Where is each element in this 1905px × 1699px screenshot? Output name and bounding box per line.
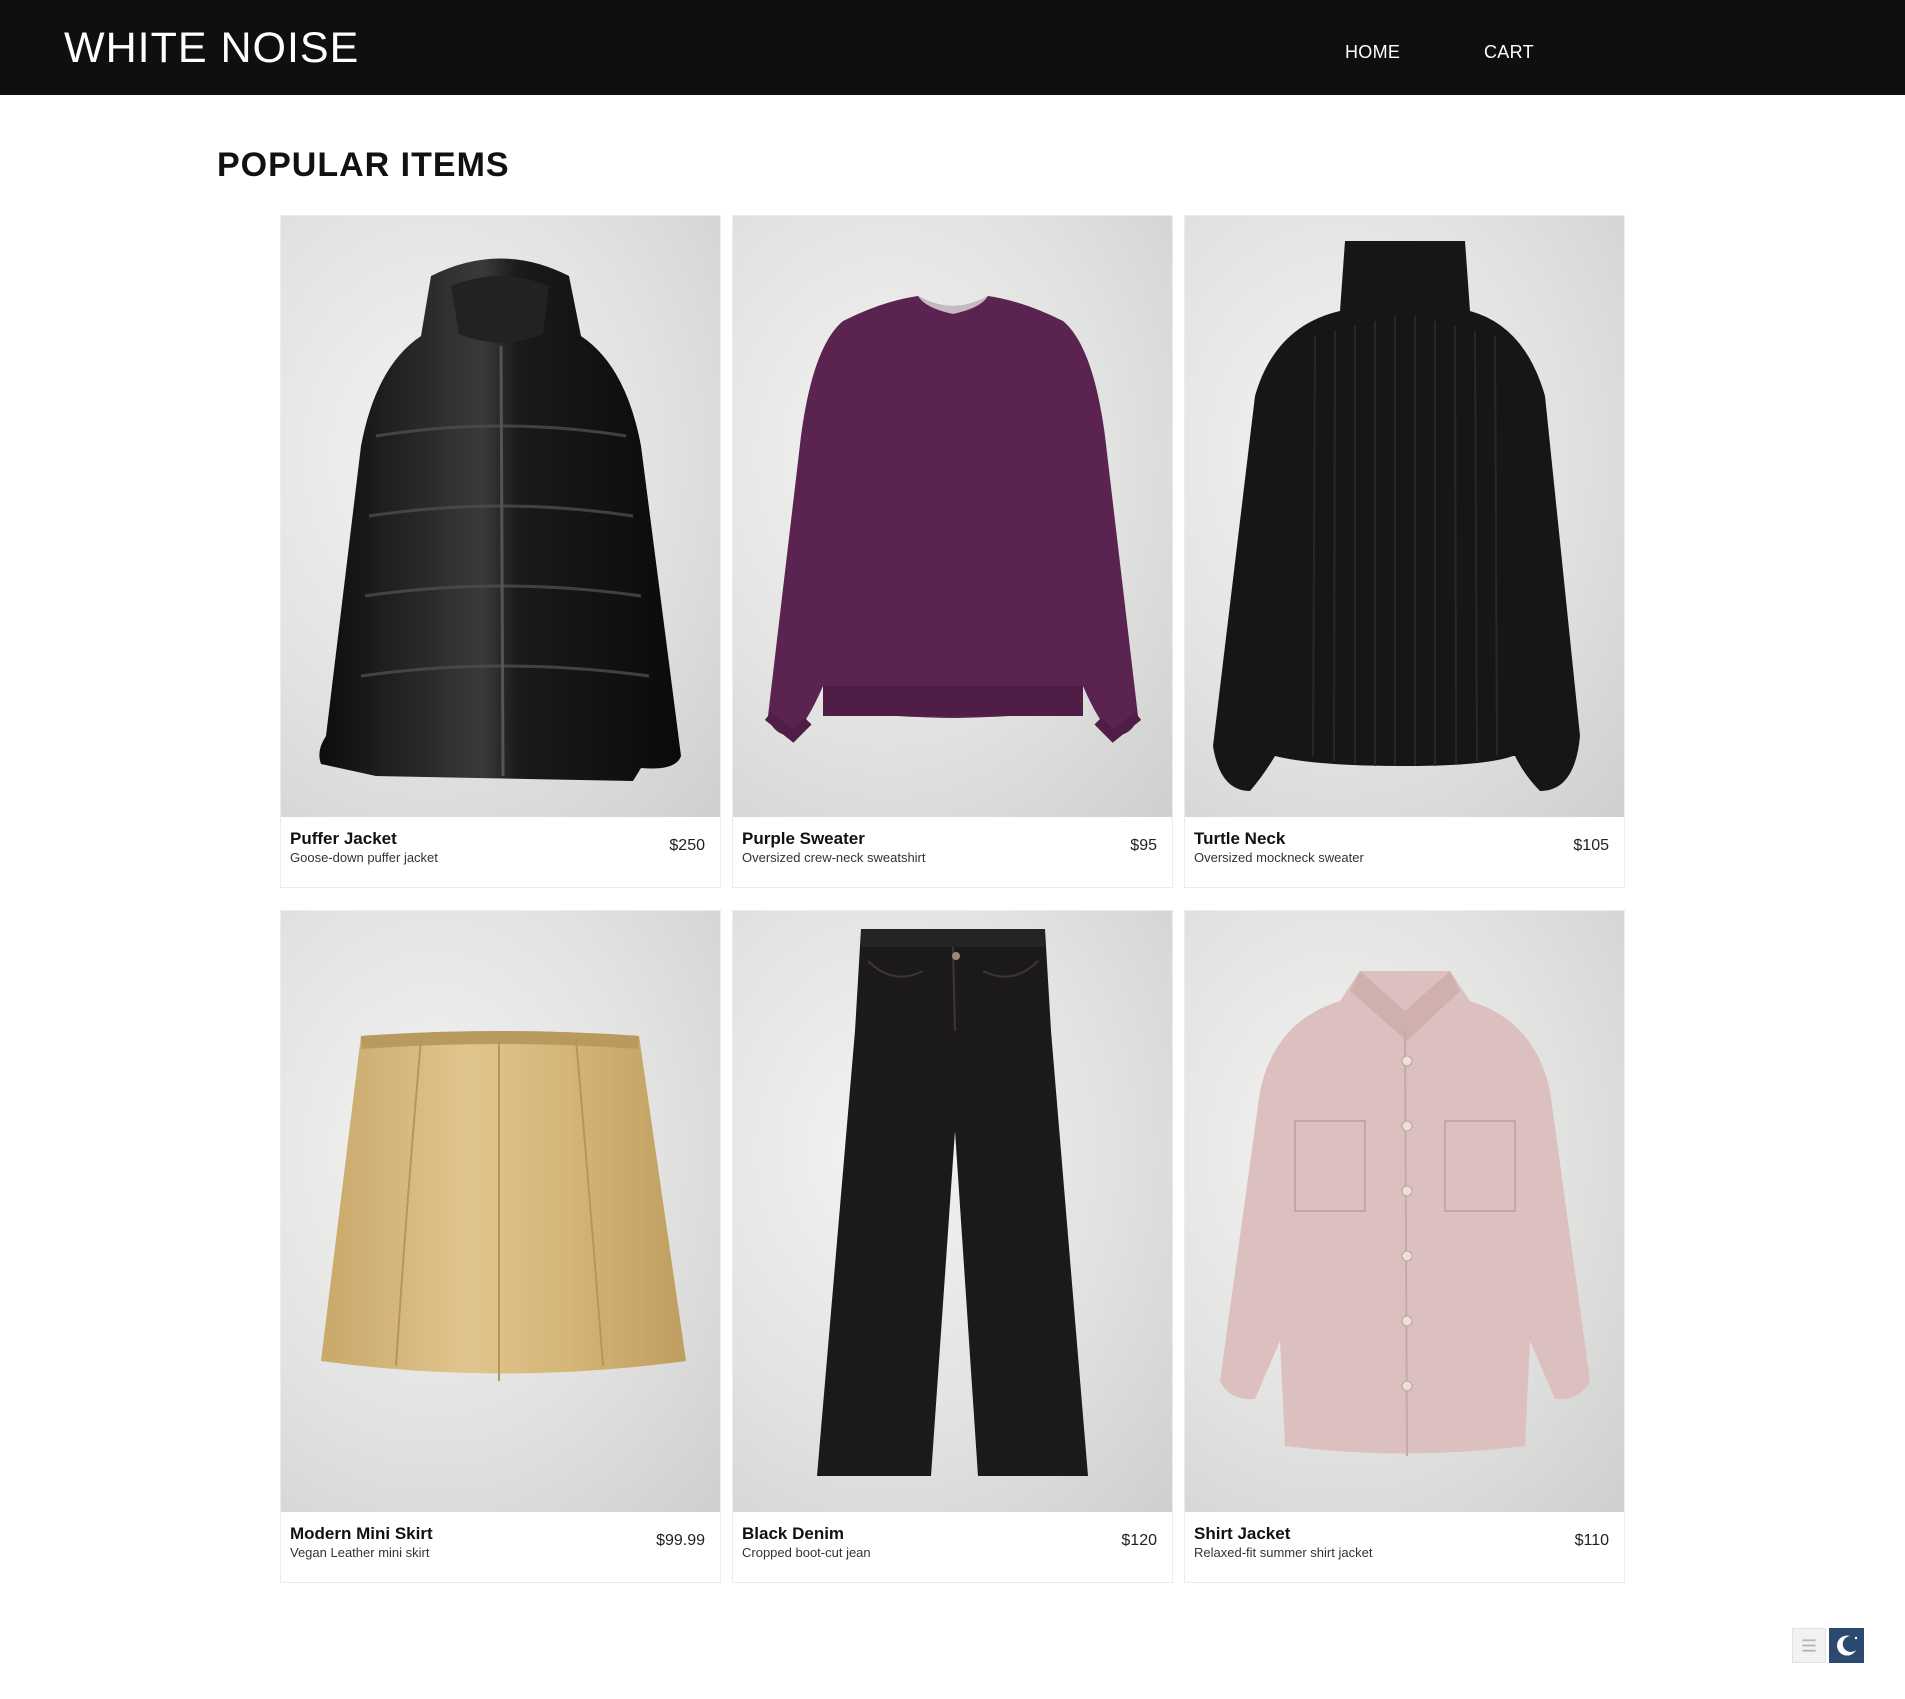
puffer-jacket-image[interactable] <box>281 216 720 817</box>
moon-icon <box>1837 1635 1858 1656</box>
menu-button[interactable] <box>1792 1628 1826 1663</box>
section-title: POPULAR ITEMS <box>217 146 510 184</box>
product-price: $110 <box>1574 1532 1609 1549</box>
product-description: Cropped boot-cut jean <box>742 1545 871 1560</box>
nav-home-link[interactable]: HOME <box>1345 42 1400 63</box>
product-info: Black Denim Cropped boot-cut jean $120 <box>733 1512 1172 1582</box>
product-info: Modern Mini Skirt Vegan Leather mini ski… <box>281 1512 720 1582</box>
purple-sweater-image[interactable] <box>733 216 1172 817</box>
product-price: $105 <box>1573 837 1609 854</box>
product-card[interactable]: Modern Mini Skirt Vegan Leather mini ski… <box>280 910 721 1583</box>
product-price: $120 <box>1121 1532 1157 1549</box>
black-jeans-image[interactable] <box>733 911 1172 1512</box>
nav-cart-link[interactable]: CART <box>1484 42 1534 63</box>
product-price: $250 <box>669 837 705 854</box>
turtleneck-sweater-image[interactable] <box>1185 216 1624 817</box>
top-navbar: WHITE NOISE HOME CART <box>0 0 1905 95</box>
product-card[interactable]: Black Denim Cropped boot-cut jean $120 <box>732 910 1173 1583</box>
menu-icon <box>1802 1639 1816 1652</box>
product-price: $95 <box>1130 837 1157 854</box>
product-card[interactable]: Shirt Jacket Relaxed-fit summer shirt ja… <box>1184 910 1625 1583</box>
product-name[interactable]: Modern Mini Skirt <box>290 1524 433 1544</box>
leather-skirt-image[interactable] <box>281 911 720 1512</box>
product-name[interactable]: Purple Sweater <box>742 829 865 849</box>
product-info: Puffer Jacket Goose-down puffer jacket $… <box>281 817 720 887</box>
product-price: $99.99 <box>656 1532 705 1549</box>
product-info: Turtle Neck Oversized mockneck sweater $… <box>1185 817 1624 887</box>
product-name[interactable]: Black Denim <box>742 1524 844 1544</box>
product-description: Goose-down puffer jacket <box>290 850 438 865</box>
product-card[interactable]: Turtle Neck Oversized mockneck sweater $… <box>1184 215 1625 888</box>
product-description: Relaxed-fit summer shirt jacket <box>1194 1545 1373 1560</box>
product-name[interactable]: Shirt Jacket <box>1194 1524 1290 1544</box>
product-description: Vegan Leather mini skirt <box>290 1545 430 1560</box>
product-name[interactable]: Puffer Jacket <box>290 829 397 849</box>
brand-logo[interactable]: WHITE NOISE <box>64 24 359 73</box>
pink-shirt-jacket-image[interactable] <box>1185 911 1624 1512</box>
product-card[interactable]: Puffer Jacket Goose-down puffer jacket $… <box>280 215 721 888</box>
product-description: Oversized crew-neck sweatshirt <box>742 850 926 865</box>
theme-toggle-button[interactable] <box>1829 1628 1864 1663</box>
product-name[interactable]: Turtle Neck <box>1194 829 1285 849</box>
product-info: Shirt Jacket Relaxed-fit summer shirt ja… <box>1185 1512 1624 1582</box>
product-info: Purple Sweater Oversized crew-neck sweat… <box>733 817 1172 887</box>
product-description: Oversized mockneck sweater <box>1194 850 1364 865</box>
product-card[interactable]: Purple Sweater Oversized crew-neck sweat… <box>732 215 1173 888</box>
